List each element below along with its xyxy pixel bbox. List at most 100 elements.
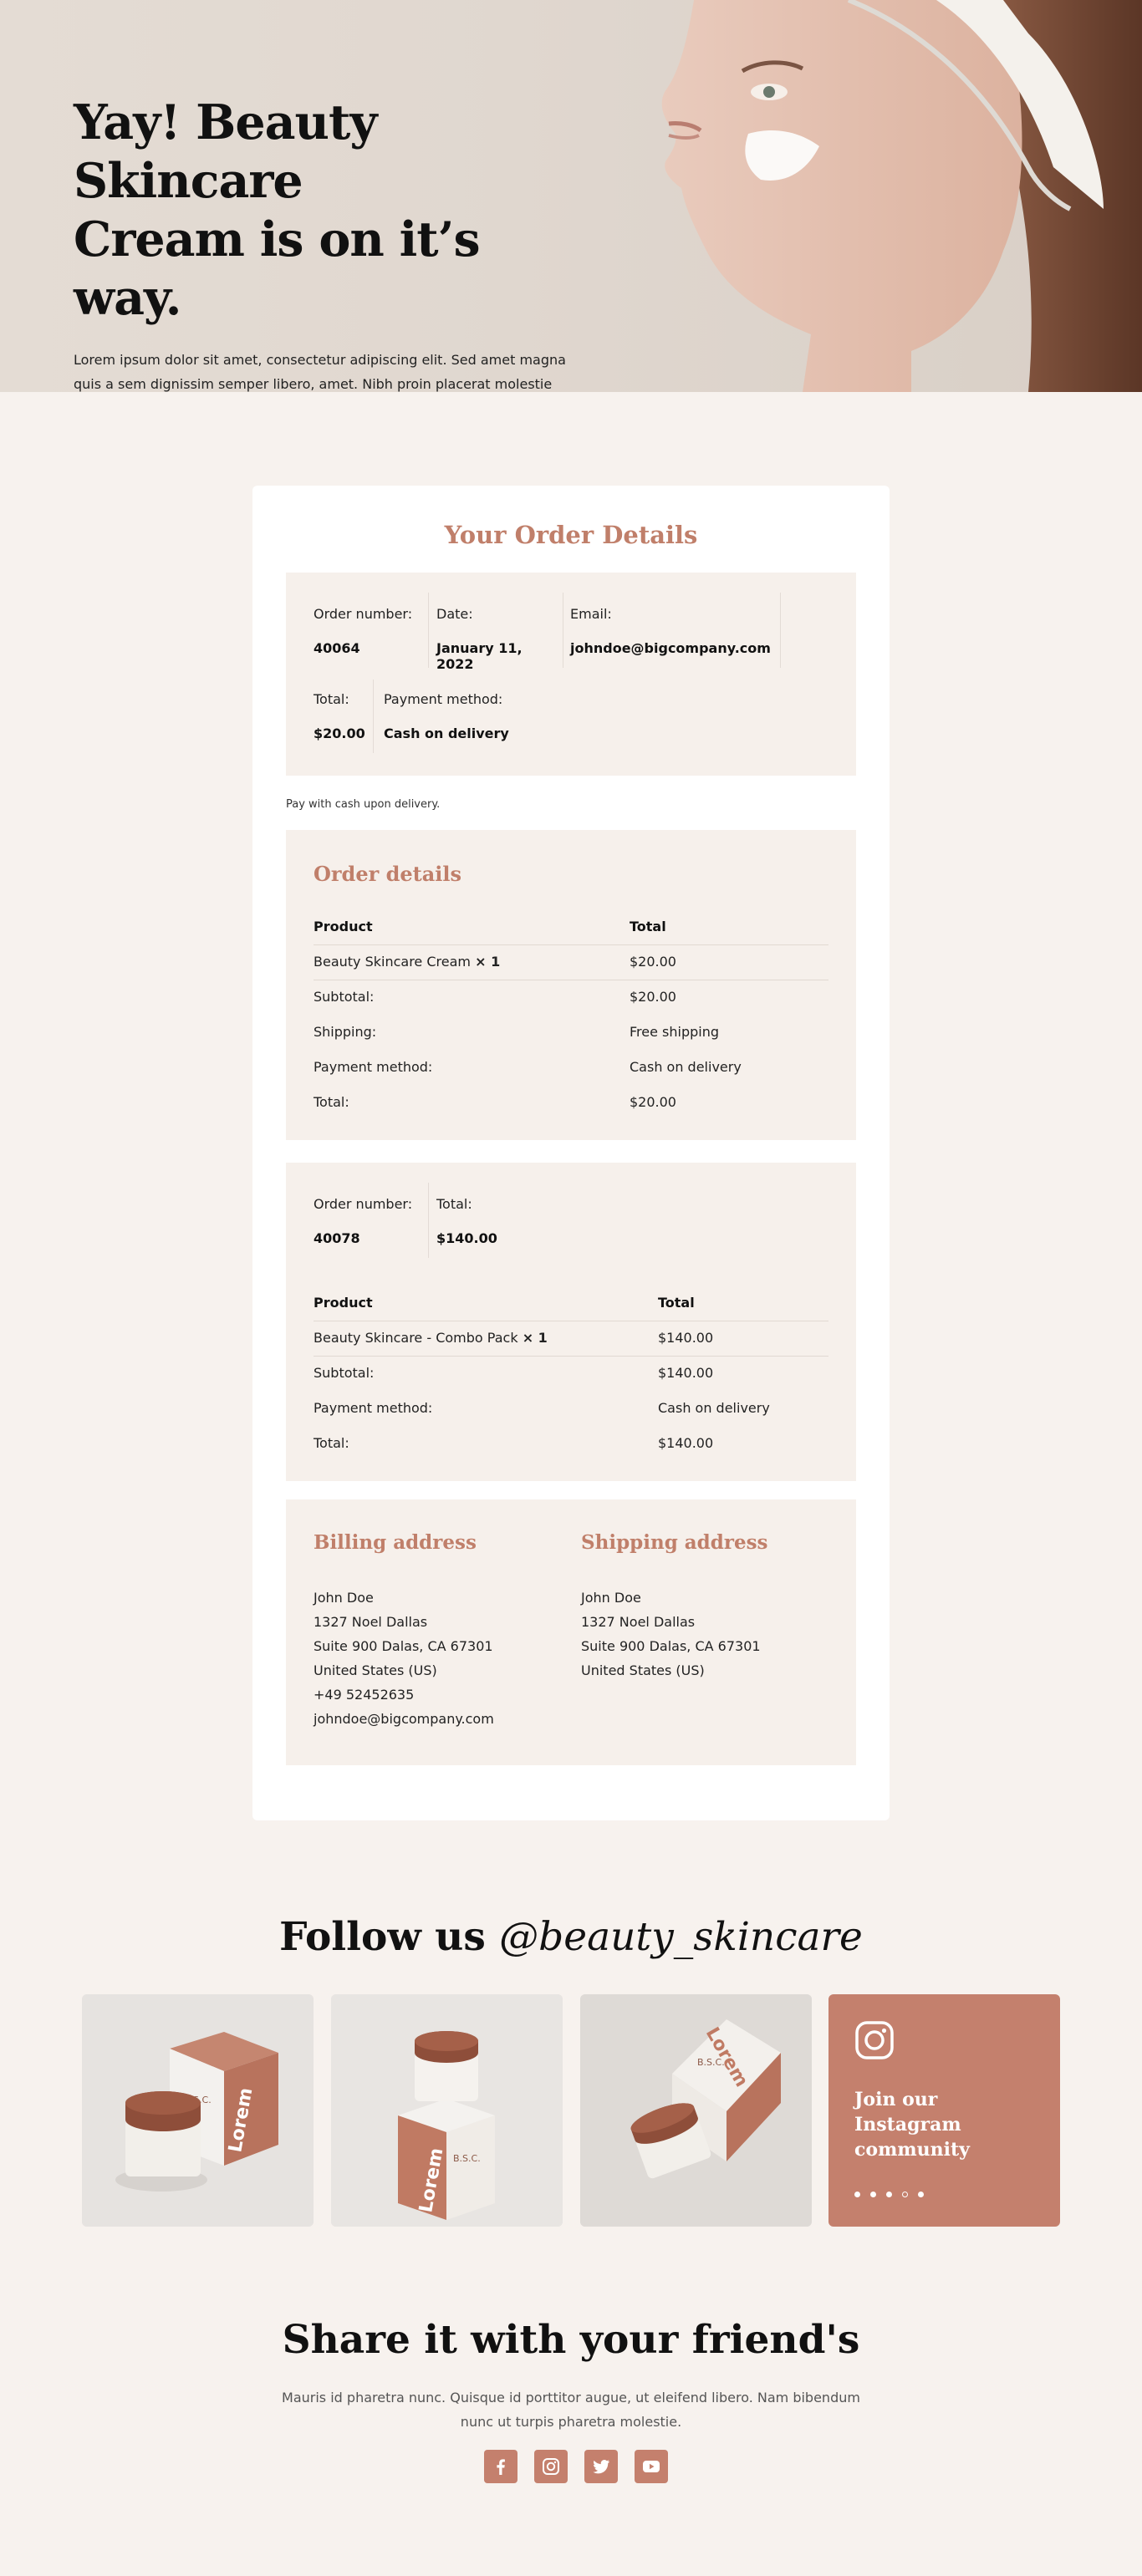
total-column-header: Total xyxy=(630,919,666,934)
table-row: Subtotal: $20.00 xyxy=(314,980,828,1016)
twitter-icon xyxy=(593,2459,610,2474)
payment-note: Pay with cash upon delivery. xyxy=(286,798,441,811)
shipping-country: United States (US) xyxy=(581,1662,705,1678)
product-name: Beauty Skincare - Combo Pack × 1 xyxy=(314,1330,548,1346)
row-label: Total: xyxy=(314,1094,349,1110)
carousel-dot[interactable] xyxy=(870,2192,876,2197)
facebook-button[interactable] xyxy=(484,2450,517,2483)
address-panel: Billing address John Doe 1327 Noel Dalla… xyxy=(286,1499,856,1765)
second-order-total-value: $140.00 xyxy=(436,1230,497,1246)
order-overview-panel: Order number: 40064 Date: January 11, 20… xyxy=(286,573,856,776)
order-number-label: Order number: xyxy=(314,606,413,622)
second-order-panel: Order number: 40078 Total: $140.00 Produ… xyxy=(286,1163,856,1481)
shipping-name: John Doe xyxy=(581,1590,641,1606)
instagram-button[interactable] xyxy=(534,2450,568,2483)
instagram-handle: @beauty_skincare xyxy=(499,1914,863,1960)
product-column-header: Product xyxy=(314,919,373,934)
billing-email: johndoe@bigcompany.com xyxy=(314,1711,494,1727)
product-quantity: × 1 xyxy=(475,954,501,970)
follow-heading: Follow us @beauty_skincare xyxy=(0,1914,1142,1960)
carousel-dot-active[interactable] xyxy=(902,2192,908,2197)
join-instagram-text: Join our Instagram community xyxy=(854,2089,970,2161)
billing-street: 1327 Noel Dallas xyxy=(314,1614,428,1630)
instagram-post-1[interactable]: Lorem B.S.C. xyxy=(82,1994,314,2227)
row-value: $140.00 xyxy=(658,1365,714,1381)
total-column-header: Total xyxy=(658,1295,695,1311)
carousel-dot[interactable] xyxy=(886,2192,892,2197)
row-label: Payment method: xyxy=(314,1059,433,1075)
billing-address-lines: John Doe 1327 Noel Dallas Suite 900 Dala… xyxy=(314,1586,494,1731)
row-value: $20.00 xyxy=(630,1094,676,1110)
join-instagram-tile[interactable]: Join our Instagram community xyxy=(828,1994,1060,2227)
row-label: Subtotal: xyxy=(314,989,375,1005)
second-order-total-cell: Total: $140.00 xyxy=(436,1183,512,1258)
order-card: Your Order Details Order number: 40064 D… xyxy=(252,486,890,1820)
table-row: Shipping: Free shipping xyxy=(314,1016,828,1051)
row-value: $140.00 xyxy=(658,1435,714,1451)
instagram-icon xyxy=(543,2458,560,2475)
carousel-dot[interactable] xyxy=(918,2192,924,2197)
twitter-button[interactable] xyxy=(584,2450,619,2483)
billing-address: Billing address John Doe 1327 Noel Dalla… xyxy=(314,1531,494,1731)
carousel-dot[interactable] xyxy=(854,2192,860,2197)
order-date-label: Date: xyxy=(436,606,473,622)
order-date-value: January 11, 2022 xyxy=(436,640,523,672)
box-label-text: B.S.C. xyxy=(697,2057,725,2068)
billing-address-title: Billing address xyxy=(314,1531,477,1554)
second-order-table: Product Total Beauty Skincare - Combo Pa… xyxy=(314,1286,828,1462)
carousel-dots xyxy=(854,2185,934,2201)
order-date-cell: Date: January 11, 2022 xyxy=(436,593,563,672)
order-number-value: 40064 xyxy=(314,640,360,656)
order-details-title: Order details xyxy=(314,862,462,886)
instagram-icon xyxy=(855,2021,894,2059)
table-row: Subtotal: $140.00 xyxy=(314,1357,828,1392)
table-row: Payment method: Cash on delivery xyxy=(314,1051,828,1086)
order-payment-label: Payment method: xyxy=(384,691,503,707)
shipping-address-lines: John Doe 1327 Noel Dallas Suite 900 Dala… xyxy=(581,1586,768,1683)
row-label: Subtotal: xyxy=(314,1365,375,1381)
hero-title-line1: Yay! Beauty Skincare xyxy=(74,94,377,209)
order-total-label: Total: xyxy=(314,691,349,707)
order-details-panel: Order details Product Total Beauty Skinc… xyxy=(286,830,856,1140)
row-label: Total: xyxy=(314,1435,349,1451)
order-payment-cell: Payment method: Cash on delivery xyxy=(384,680,534,753)
product-name-text: Beauty Skincare - Combo Pack xyxy=(314,1330,518,1346)
table-header-row: Product Total xyxy=(314,1286,828,1321)
product-name-text: Beauty Skincare Cream xyxy=(314,954,471,970)
follow-prefix: Follow us xyxy=(279,1914,500,1960)
youtube-icon xyxy=(643,2461,660,2472)
row-value: Cash on delivery xyxy=(658,1400,770,1416)
product-name: Beauty Skincare Cream × 1 xyxy=(314,954,500,970)
product-total: $20.00 xyxy=(630,954,676,970)
row-value: Cash on delivery xyxy=(630,1059,742,1075)
shipping-address-title: Shipping address xyxy=(581,1531,768,1554)
billing-name: John Doe xyxy=(314,1590,374,1606)
product-column-header: Product xyxy=(314,1295,373,1311)
table-row: Beauty Skincare Cream × 1 $20.00 xyxy=(314,945,828,980)
order-total-cell: Total: $20.00 xyxy=(314,680,374,753)
instagram-post-2[interactable]: Lorem B.S.C. xyxy=(331,1994,563,2227)
product-box-and-jar-image: Lorem B.S.C. xyxy=(82,1994,314,2227)
hero-banner: Yay! Beauty Skincare Cream is on it’s wa… xyxy=(0,0,1142,392)
product-quantity: × 1 xyxy=(522,1330,548,1346)
product-tilted-box-image: Lorem B.S.C. xyxy=(580,1994,812,2227)
facebook-icon xyxy=(497,2459,505,2475)
order-number-cell: Order number: 40064 xyxy=(314,593,429,668)
instagram-post-3[interactable]: Lorem B.S.C. xyxy=(580,1994,812,2227)
table-row: Payment method: Cash on delivery xyxy=(314,1392,828,1427)
order-total-value: $20.00 xyxy=(314,725,365,741)
product-jar-on-box-image: Lorem B.S.C. xyxy=(331,1994,563,2227)
second-order-number-cell: Order number: 40078 xyxy=(314,1183,429,1258)
shipping-street: 1327 Noel Dallas xyxy=(581,1614,696,1630)
youtube-button[interactable] xyxy=(635,2450,669,2483)
shipping-city: Suite 900 Dalas, CA 67301 xyxy=(581,1638,761,1654)
shipping-address: Shipping address John Doe 1327 Noel Dall… xyxy=(581,1531,768,1683)
table-row: Total: $20.00 xyxy=(314,1086,828,1121)
second-order-total-label: Total: xyxy=(436,1196,472,1212)
hero-title-line2: Cream is on it’s way. xyxy=(74,211,481,326)
social-links xyxy=(484,2450,681,2483)
row-value: Free shipping xyxy=(630,1024,720,1040)
order-payment-value: Cash on delivery xyxy=(384,725,509,741)
box-label-text: B.S.C. xyxy=(453,2153,481,2164)
order-details-table: Product Total Beauty Skincare Cream × 1 … xyxy=(314,910,828,1121)
